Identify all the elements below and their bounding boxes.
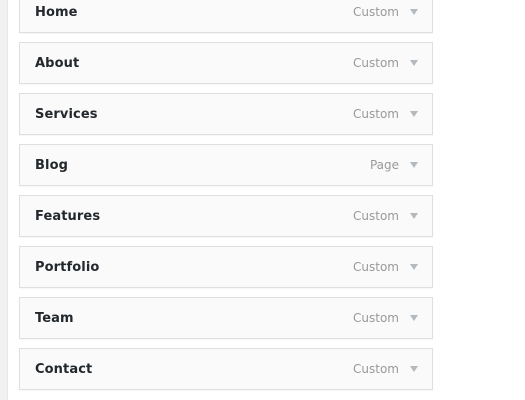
- menu-item-home[interactable]: Home Custom: [19, 0, 433, 33]
- menu-item-title: Portfolio: [35, 259, 100, 275]
- left-gutter: [0, 0, 8, 400]
- menu-item-title: Contact: [35, 361, 93, 377]
- triangle-down-icon[interactable]: [407, 5, 421, 19]
- menu-item-type: Custom: [353, 311, 399, 325]
- triangle-down-icon[interactable]: [407, 158, 421, 172]
- triangle-down-icon[interactable]: [407, 311, 421, 325]
- menu-item-title: Blog: [35, 157, 69, 173]
- menu-item-type: Page: [369, 158, 399, 172]
- menu-item-about[interactable]: About Custom: [19, 42, 433, 84]
- triangle-down-icon[interactable]: [407, 260, 421, 274]
- menu-item-features[interactable]: Features Custom: [19, 195, 433, 237]
- menu-item-team[interactable]: Team Custom: [19, 297, 433, 339]
- menu-structure-list: Home Custom About Custom Services Custom…: [19, 0, 433, 399]
- menu-item-type: Custom: [353, 5, 399, 19]
- triangle-down-icon[interactable]: [407, 209, 421, 223]
- menu-item-type: Custom: [353, 362, 399, 376]
- triangle-down-icon[interactable]: [407, 107, 421, 121]
- menu-item-title: About: [35, 55, 80, 71]
- menu-item-contact[interactable]: Contact Custom: [19, 348, 433, 390]
- triangle-down-icon[interactable]: [407, 362, 421, 376]
- menu-item-title: Team: [35, 310, 74, 326]
- menu-item-type: Custom: [353, 260, 399, 274]
- menu-item-portfolio[interactable]: Portfolio Custom: [19, 246, 433, 288]
- triangle-down-icon[interactable]: [407, 56, 421, 70]
- menu-item-type: Custom: [353, 209, 399, 223]
- menu-item-type: Custom: [353, 107, 399, 121]
- menu-item-blog[interactable]: Blog Page: [19, 144, 433, 186]
- menu-item-title: Home: [35, 4, 78, 20]
- menu-item-title: Services: [35, 106, 98, 122]
- menu-item-type: Custom: [353, 56, 399, 70]
- menu-item-title: Features: [35, 208, 101, 224]
- menu-item-services[interactable]: Services Custom: [19, 93, 433, 135]
